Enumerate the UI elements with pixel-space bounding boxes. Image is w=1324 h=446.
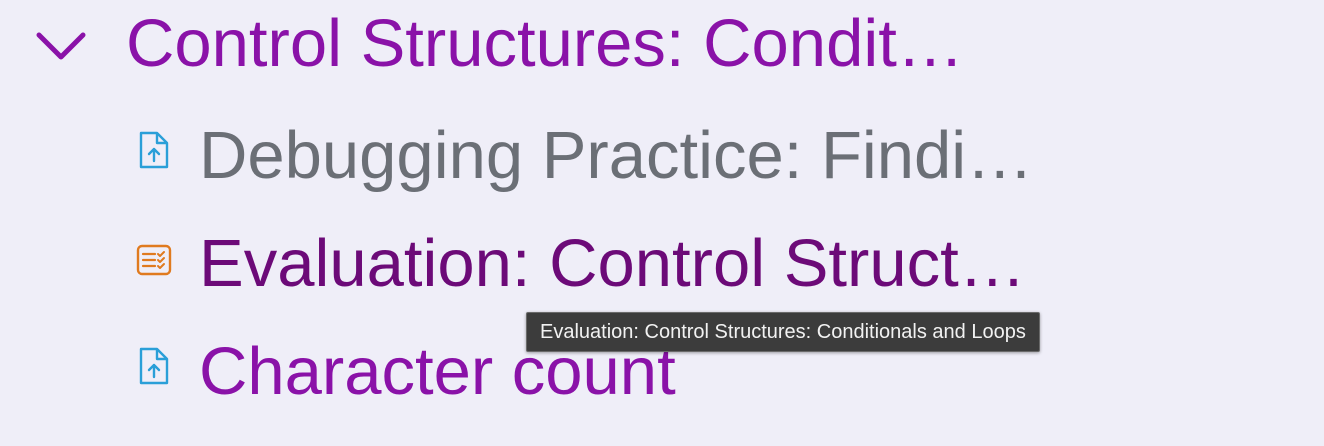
checklist-icon (136, 244, 172, 276)
item-label[interactable]: Debugging Practice: Findi… (199, 114, 1033, 198)
list-item-debugging-practice[interactable]: Debugging Practice: Findi… (0, 110, 1324, 214)
list-item-evaluation[interactable]: Evaluation: Control Struct… (0, 218, 1324, 322)
file-upload-icon (139, 131, 169, 169)
section-header[interactable]: Control Structures: Condit… (0, 0, 1324, 90)
tooltip: Evaluation: Control Structures: Conditio… (526, 312, 1040, 352)
item-label[interactable]: Evaluation: Control Struct… (199, 222, 1026, 306)
section-title[interactable]: Control Structures: Condit… (126, 2, 964, 86)
file-upload-icon (139, 347, 169, 385)
course-outline: Control Structures: Condit… Debugging Pr… (0, 0, 1324, 446)
chevron-down-icon[interactable] (34, 28, 88, 64)
